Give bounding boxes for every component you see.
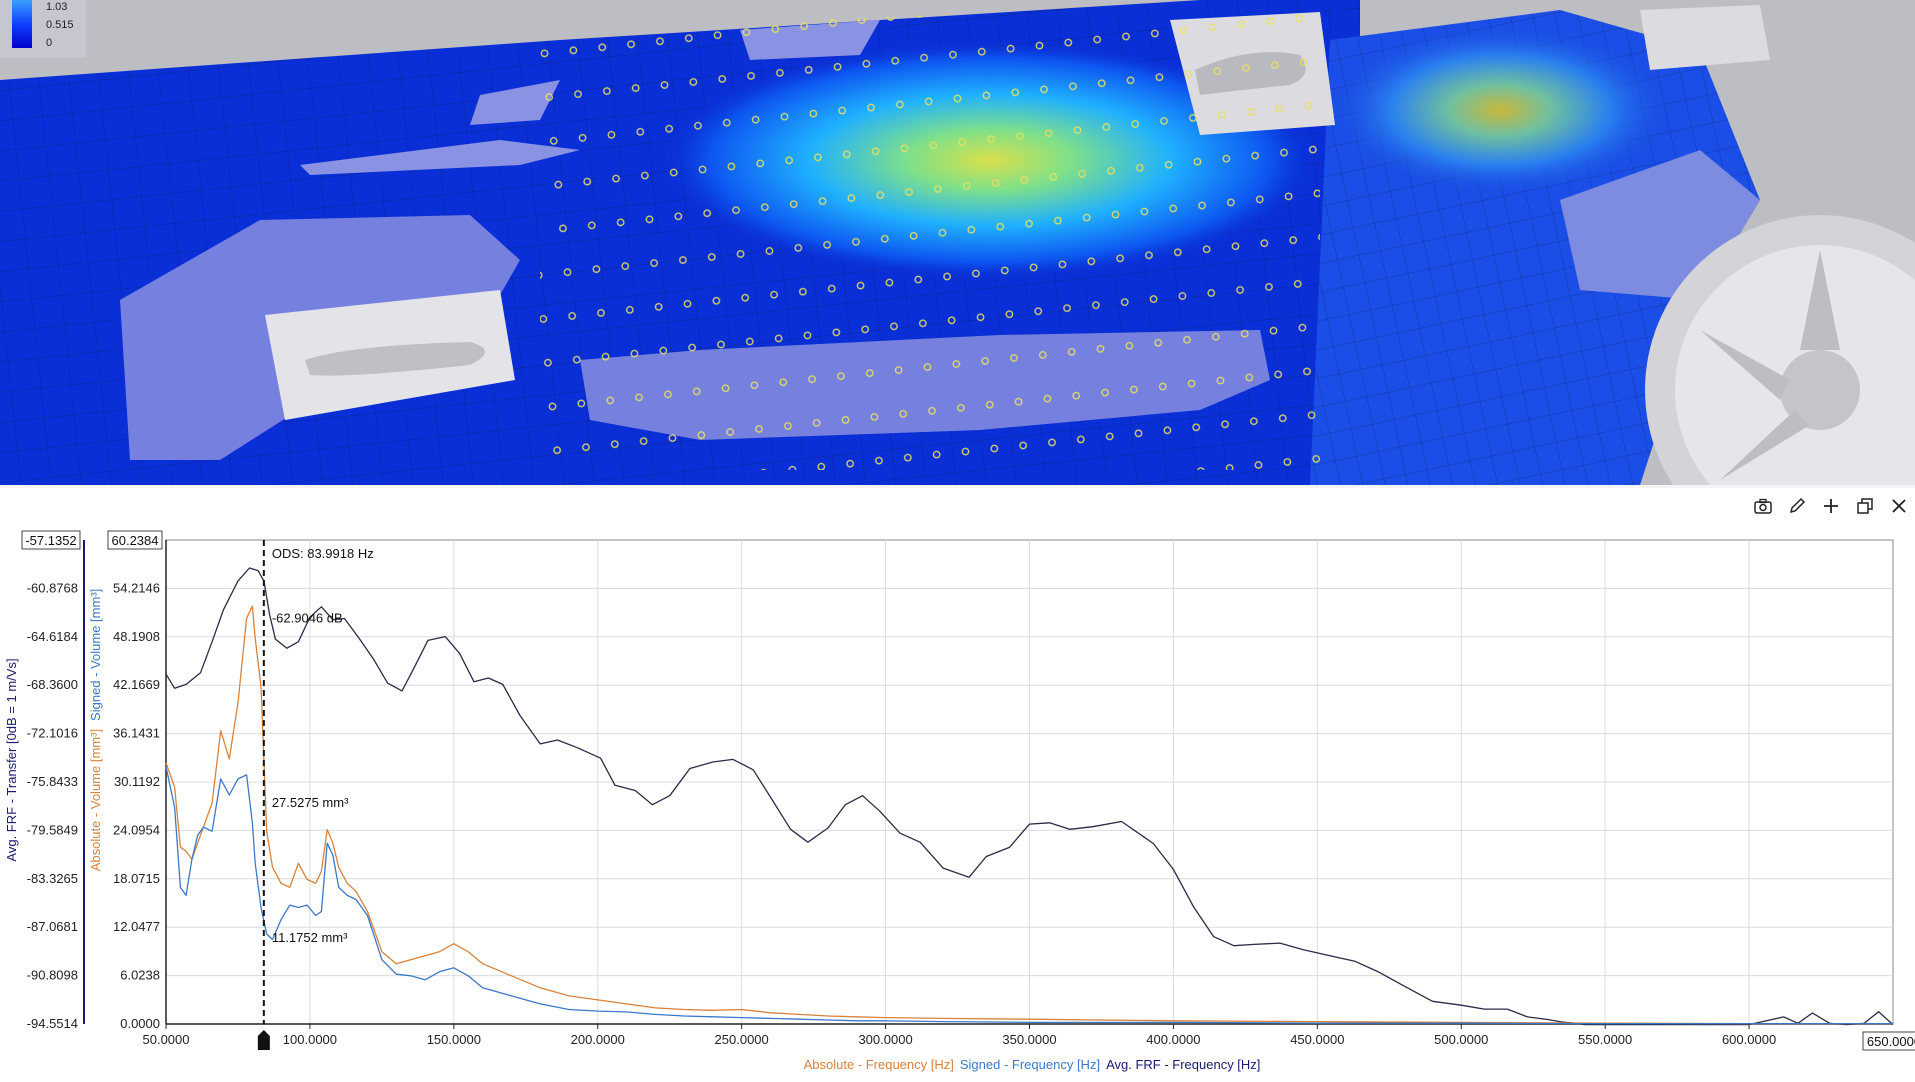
- restore-window-icon[interactable]: [1853, 494, 1877, 518]
- right-tick-label: 30.1192: [114, 774, 160, 789]
- x-tick-label: 50.0000: [143, 1032, 190, 1047]
- x-legend-absolute: Absolute - Frequency [Hz]: [804, 1057, 954, 1072]
- plus-icon[interactable]: [1819, 494, 1843, 518]
- legend-mid-value: 0.515: [46, 19, 74, 31]
- x-tick-label: 500.0000: [1434, 1032, 1488, 1047]
- right-tick-label: 48.1908: [113, 629, 160, 644]
- x-legend-frf: Avg. FRF - Frequency [Hz]: [1106, 1057, 1260, 1072]
- grid-lines: [165, 539, 1894, 1025]
- right-tick-label: 18.0715: [113, 871, 160, 886]
- x-tick-label: 550.0000: [1578, 1032, 1632, 1047]
- left-tick-label: -79.5849: [27, 822, 78, 837]
- left-tick-label: -83.3265: [27, 871, 78, 886]
- right-top-value: 60.2384: [112, 533, 159, 548]
- right-tick-label: 36.1431: [113, 726, 160, 741]
- frf-volume-chart[interactable]: 50.0000 100.0000 150.0000 200.0000 250.0000 3…: [0, 520, 1915, 1077]
- left-tick-label: -60.8768: [27, 580, 78, 595]
- left-tick-label: -75.8433: [27, 774, 78, 789]
- left-axis-title-sep: -: [4, 796, 19, 807]
- x-max-label: 650.0000: [1867, 1034, 1915, 1049]
- left-axis-title-quantity: Transfer [0dB = 1 m/Vs]: [4, 658, 19, 795]
- x-axis-legend: Absolute - Frequency [Hz] Signed - Freque…: [804, 1057, 1261, 1072]
- x-tick-label: 450.0000: [1290, 1032, 1344, 1047]
- left-axis-title-series: Avg. FRF: [4, 807, 19, 862]
- x-tick-label: 150.0000: [427, 1032, 481, 1047]
- ods-3d-viewport[interactable]: 1.03 0.515 0: [0, 0, 1915, 485]
- left-tick-label: -90.8098: [27, 968, 78, 983]
- color-scale-bar: [12, 0, 32, 48]
- absolute-axis-title: Absolute - Volume [mm³]: [88, 729, 103, 871]
- chart-svg: 50.0000 100.0000 150.0000 200.0000 250.0000 3…: [4, 530, 1915, 1072]
- frf-readout: -62.9046 dB: [272, 611, 343, 626]
- right-tick-label: 12.0477: [113, 919, 160, 934]
- left-tick-label: -64.6184: [27, 629, 78, 644]
- ods-cursor-handle: [257, 1030, 270, 1050]
- left-tick-label: -68.3600: [27, 677, 78, 692]
- vehicle-mesh-render: [0, 0, 1915, 485]
- chart-toolbar: [1751, 493, 1915, 519]
- x-tick-label: 100.0000: [283, 1032, 337, 1047]
- x-tick-label: 400.0000: [1146, 1032, 1200, 1047]
- absolute-readout: 27.5275 mm³: [272, 795, 349, 810]
- right-tick-label: 54.2146: [113, 580, 160, 595]
- signed-readout: 11.1752 mm³: [272, 930, 348, 945]
- right-tick-label: 24.0954: [113, 822, 160, 837]
- color-scale-legend: 1.03 0.515 0: [0, 0, 86, 58]
- left-tick-label: -94.5514: [27, 1016, 78, 1031]
- x-tick-label: 600.0000: [1722, 1032, 1776, 1047]
- x-tick-label: 250.0000: [715, 1032, 769, 1047]
- x-tick-label: 350.0000: [1002, 1032, 1056, 1047]
- right-tick-label: 0.0000: [120, 1016, 160, 1031]
- camera-icon[interactable]: [1751, 494, 1775, 518]
- right-axis-title: Absolute - Volume [mm³] Signed - Volume […: [88, 589, 103, 872]
- legend-min-value: 0: [46, 37, 53, 49]
- signed-axis-title: Signed - Volume [mm³]: [88, 589, 103, 721]
- pencil-icon[interactable]: [1785, 494, 1809, 518]
- right-tick-label: 6.0238: [120, 968, 160, 983]
- panel-divider[interactable]: [0, 485, 1915, 488]
- left-axis-title: Avg. FRF - Transfer [0dB = 1 m/Vs]: [4, 658, 19, 861]
- x-tick-label: 200.0000: [571, 1032, 625, 1047]
- left-top-value: -57.1352: [25, 533, 76, 548]
- left-tick-label: -72.1016: [27, 726, 78, 741]
- legend-max-value: 1.03: [46, 1, 68, 13]
- close-icon[interactable]: [1887, 494, 1911, 518]
- x-tick-label: 300.0000: [858, 1032, 912, 1047]
- left-tick-label: -87.0681: [27, 919, 78, 934]
- x-legend-signed: Signed - Frequency [Hz]: [960, 1057, 1100, 1072]
- right-tick-label: 42.1669: [113, 677, 160, 692]
- ods-cursor-label: ODS: 83.9918 Hz: [272, 546, 374, 561]
